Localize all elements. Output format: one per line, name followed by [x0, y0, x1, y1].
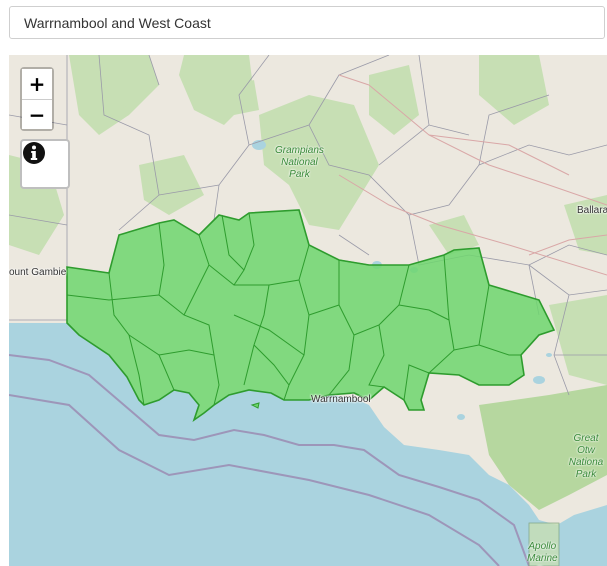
great-otway-park-label: Great Otw Nationa Park — [568, 433, 604, 480]
map-view[interactable]: Grampians National Park ount Gambie Ball… — [9, 55, 607, 566]
map-canvas — [9, 55, 607, 566]
zoom-control: + − — [20, 67, 54, 131]
apollo-marine-park-label: Apollo Marine Pa — [527, 541, 558, 566]
warrnambool-label: Warrnambool — [311, 394, 371, 405]
grampians-park-label: Grampians National Park — [275, 145, 324, 180]
zoom-in-button[interactable]: + — [22, 69, 52, 99]
mount-gambier-label: ount Gambie — [9, 267, 67, 278]
region-search-input[interactable] — [22, 13, 604, 32]
zoom-out-button[interactable]: − — [22, 99, 52, 129]
info-circle-icon — [23, 142, 45, 164]
region-search-box[interactable] — [9, 6, 605, 39]
ballarat-label: Ballara — [577, 205, 607, 216]
info-button[interactable] — [20, 139, 70, 189]
